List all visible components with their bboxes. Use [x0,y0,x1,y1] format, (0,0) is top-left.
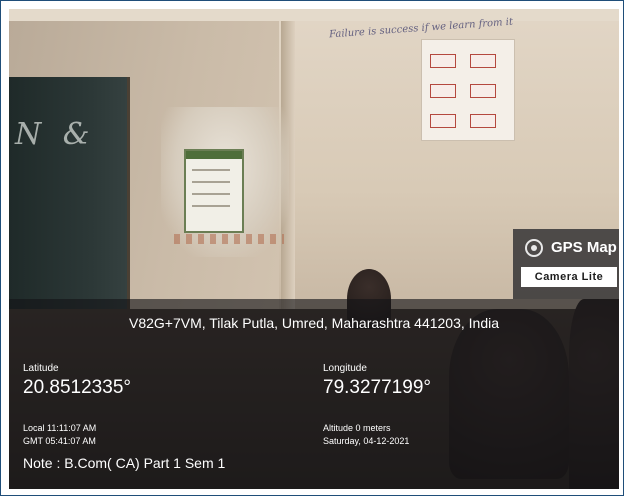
date-text: Saturday, 04-12-2021 [323,436,410,446]
projected-text-line [192,193,230,195]
projected-window [184,149,244,233]
projected-taskbar [174,234,284,244]
wall-chart [421,39,515,141]
camera-lens-icon [525,239,543,257]
projected-text-line [192,181,230,183]
gps-map-camera-badge: GPS Map Camera Lite [513,229,619,299]
classroom-photo: N & Failure is success if we learn from … [9,9,619,489]
gmt-time: GMT 05:41:07 AM [23,436,96,446]
projected-window-titlebar [186,151,242,159]
note-text: Note : B.Com( CA) Part 1 Sem 1 [23,455,226,471]
chart-box [470,114,496,128]
chart-box [470,84,496,98]
latitude-value: 20.8512335° [23,377,131,398]
longitude-value: 79.3277199° [323,377,431,398]
local-time: Local 11:11:07 AM [23,423,97,433]
badge-title: GPS Map [551,239,617,256]
projected-text-line [192,205,230,207]
chart-box [470,54,496,68]
projected-text-line [192,169,230,171]
blackboard-writing: N & [15,117,96,152]
chart-box [430,54,456,68]
altitude-text: Altitude 0 meters [323,423,391,433]
longitude-label: Longitude [323,363,367,374]
chart-box [430,84,456,98]
latitude-label: Latitude [23,363,59,374]
ceiling [9,9,619,21]
chart-box [430,114,456,128]
badge-subtitle: Camera Lite [521,267,617,287]
address-text: V82G+7VM, Tilak Putla, Umred, Maharashtr… [128,315,500,331]
photo-frame: N & Failure is success if we learn from … [0,0,624,496]
